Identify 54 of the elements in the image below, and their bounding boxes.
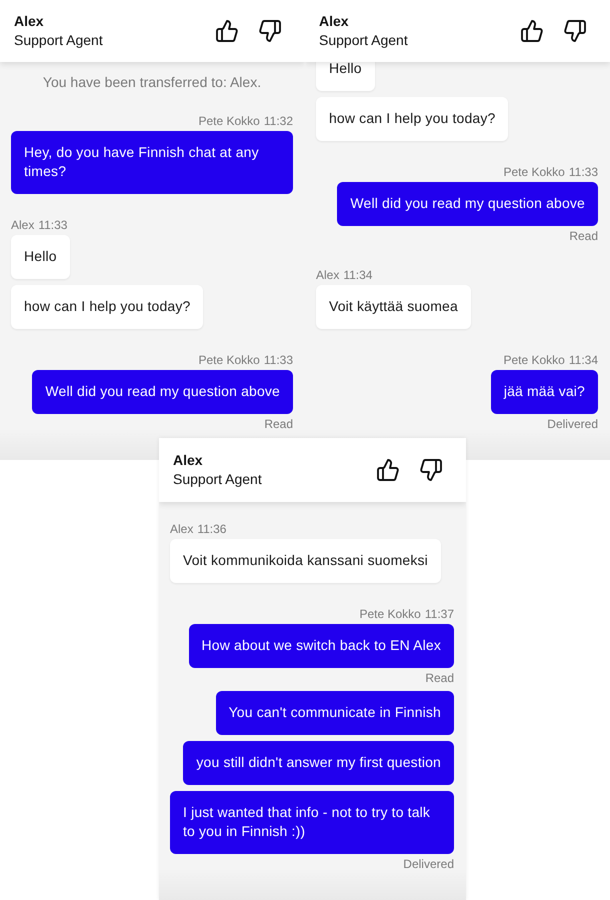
- thumbs-down-button[interactable]: [258, 19, 282, 43]
- agent-message: Hello: [316, 62, 375, 91]
- delivery-status: Read: [569, 228, 598, 244]
- sender-name: Alex: [170, 521, 194, 537]
- sender-name: Pete Kokko: [503, 164, 565, 180]
- sent-message: You can't communicate in Finnish: [216, 691, 454, 735]
- agent-role: Support Agent: [173, 470, 262, 489]
- thumbs-up-button[interactable]: [520, 19, 544, 43]
- sent-message: Well did you read my question above: [337, 182, 598, 226]
- thumbs-up-icon: [520, 19, 544, 43]
- sender-name: Pete Kokko: [503, 352, 565, 368]
- thumbs-up-icon: [215, 19, 239, 43]
- transfer-notice: You have been transferred to: Alex.: [42, 74, 262, 90]
- sender-name: Alex: [316, 267, 340, 283]
- message-time: 11:37: [424, 606, 454, 622]
- message-time: 11:33: [568, 164, 598, 180]
- agent-message: Voit kommunikoida kanssani suomeksi: [170, 539, 441, 583]
- sent-message: Hey, do you have Finnish chat at any times?: [11, 131, 293, 194]
- message-time: 11:34: [568, 352, 598, 368]
- agent-message: Voit käyttää suomea: [316, 285, 471, 329]
- delivery-status: Delivered: [547, 416, 598, 432]
- sent-message: I just wanted that info - not to try to talk to you in Finnish :)): [170, 791, 454, 854]
- message-time: 11:33: [38, 217, 68, 233]
- sent-message: How about we switch back to EN Alex: [188, 624, 454, 668]
- delivery-status: Read: [264, 416, 293, 432]
- agent-message: how can I help you today?: [316, 97, 508, 141]
- agent-name: Alex: [173, 451, 204, 470]
- message-time: 11:32: [264, 113, 293, 129]
- agent-message: how can I help you today?: [11, 285, 204, 329]
- agent-role: Support Agent: [319, 31, 408, 50]
- thumbs-up-icon: [376, 458, 400, 482]
- agent-role: Support Agent: [14, 31, 103, 50]
- message-time: 11:36: [197, 521, 226, 537]
- agent-message: Hello: [11, 235, 70, 279]
- message-time: 11:34: [343, 267, 372, 283]
- sender-name: Pete Kokko: [198, 352, 260, 368]
- delivery-status: Delivered: [403, 856, 454, 872]
- sent-message: you still didn't answer my first question: [183, 741, 454, 785]
- sent-message: Well did you read my question above: [32, 370, 293, 414]
- agent-name: Alex: [319, 12, 350, 31]
- sent-message: jää mää vai?: [490, 370, 598, 414]
- thumbs-down-icon: [258, 19, 282, 43]
- delivery-status: Read: [425, 670, 454, 686]
- sender-name: Alex: [11, 217, 34, 233]
- thumbs-up-button[interactable]: [215, 19, 239, 43]
- thumbs-down-button[interactable]: [563, 19, 587, 43]
- thumbs-down-icon: [419, 458, 443, 482]
- thumbs-up-button[interactable]: [376, 458, 400, 482]
- agent-name: Alex: [14, 12, 45, 31]
- sender-name: Pete Kokko: [359, 606, 421, 622]
- message-time: 11:33: [264, 352, 293, 368]
- sender-name: Pete Kokko: [198, 113, 260, 129]
- thumbs-down-icon: [563, 19, 587, 43]
- thumbs-down-button[interactable]: [419, 458, 443, 482]
